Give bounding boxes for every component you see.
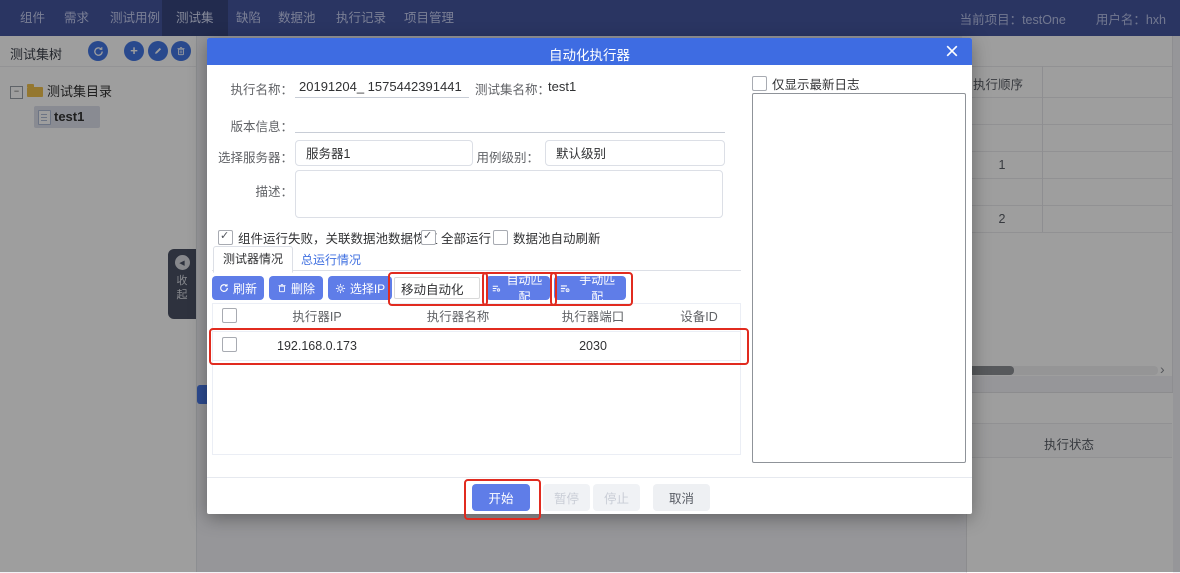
auto-match-label: 自动匹配 [505, 271, 544, 305]
list-settings-icon [492, 283, 501, 294]
exec-name-value[interactable]: 20191204_ 1575442391441 [299, 79, 462, 94]
col-executor-ip: 执行器IP [246, 304, 388, 331]
refresh-label: 刷新 [233, 280, 257, 297]
checkbox-icon[interactable] [421, 230, 436, 245]
latest-log-only-label: 仅显示最新日志 [772, 74, 860, 93]
col-executor-name: 执行器名称 [388, 304, 528, 331]
latest-log-only-checkbox[interactable]: 仅显示最新日志 [752, 74, 860, 93]
cancel-button[interactable]: 取消 [653, 484, 710, 511]
select-ip-label: 选择IP [350, 280, 385, 297]
manual-match-label: 手动匹配 [574, 271, 620, 305]
cell-executor-name [388, 332, 528, 360]
footer-divider [207, 477, 972, 478]
suite-name-label: 测试集名称： [475, 79, 550, 98]
server-select[interactable]: 服务器1 [295, 140, 473, 166]
pause-button: 暂停 [543, 484, 590, 511]
description-textarea[interactable] [295, 170, 723, 218]
checkbox-icon[interactable] [493, 230, 508, 245]
gear-icon [335, 283, 346, 294]
description-label: 描述： [215, 181, 293, 200]
checkbox-icon[interactable] [218, 230, 233, 245]
exec-name-label: 执行名称： [215, 79, 293, 98]
delete-label: 删除 [291, 280, 315, 297]
checkbox-datapool-autorefresh[interactable]: 数据池自动刷新 [493, 228, 601, 247]
refresh-button[interactable]: 刷新 [212, 276, 264, 300]
executor-table: 执行器IP 执行器名称 执行器端口 设备ID 192.168.0.173 203… [212, 303, 741, 455]
case-level-label: 用例级别： [469, 147, 539, 166]
checkbox-icon[interactable] [752, 76, 767, 91]
stop-button: 停止 [593, 484, 640, 511]
close-button[interactable] [946, 45, 960, 59]
log-output-box [752, 93, 966, 463]
checkbox-label: 数据池自动刷新 [513, 228, 601, 247]
dialog-header: 自动化执行器 [207, 38, 972, 65]
suite-name-value: test1 [548, 79, 576, 94]
tab-tester-status[interactable]: 测试器情况 [213, 246, 293, 273]
checkbox-label: 组件运行失败，关联数据池数据恢复 [238, 228, 438, 247]
manual-match-button[interactable]: 手动匹配 [554, 276, 626, 300]
list-settings-icon [560, 283, 570, 294]
server-label: 选择服务器： [209, 147, 293, 166]
executor-table-header: 执行器IP 执行器名称 执行器端口 设备ID [213, 304, 740, 332]
checkbox-component-fail-restore[interactable]: 组件运行失败，关联数据池数据恢复 [218, 228, 438, 247]
dialog-title: 自动化执行器 [207, 44, 972, 64]
select-all-checkbox[interactable] [222, 308, 237, 323]
refresh-icon [219, 283, 229, 293]
cell-executor-port: 2030 [528, 332, 658, 360]
checkbox-label: 全部运行 [441, 228, 491, 247]
executor-row[interactable]: 192.168.0.173 2030 [213, 332, 740, 361]
automation-executor-dialog: 自动化执行器 执行名称： 20191204_ 1575442391441 测试集… [207, 38, 972, 514]
close-icon [946, 45, 958, 57]
version-label: 版本信息： [215, 116, 293, 135]
trash-icon [277, 283, 287, 293]
version-input[interactable] [295, 112, 725, 133]
case-level-select[interactable]: 默认级别 [545, 140, 725, 166]
row-checkbox[interactable] [222, 337, 237, 352]
cell-device-id [658, 332, 740, 360]
cell-executor-ip: 192.168.0.173 [246, 332, 388, 360]
select-ip-button[interactable]: 选择IP [328, 276, 392, 300]
auto-match-button[interactable]: 自动匹配 [486, 276, 550, 300]
col-executor-port: 执行器端口 [528, 304, 658, 331]
delete-button[interactable]: 删除 [269, 276, 323, 300]
tab-overall-run-status[interactable]: 总运行情况 [301, 251, 361, 268]
col-device-id: 设备ID [658, 304, 740, 331]
start-button[interactable]: 开始 [472, 484, 530, 511]
match-type-input[interactable] [394, 277, 480, 299]
checkbox-run-all[interactable]: 全部运行 [421, 228, 491, 247]
